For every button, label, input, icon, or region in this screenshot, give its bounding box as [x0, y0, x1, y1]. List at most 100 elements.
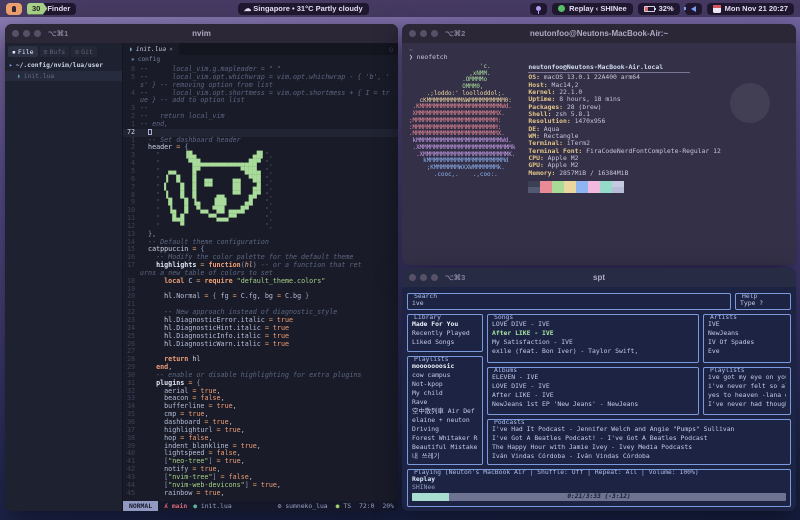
- pin-widget[interactable]: [530, 3, 547, 15]
- list-item[interactable]: ive got my eye on you!!: [708, 373, 786, 382]
- volume-widget[interactable]: [685, 3, 702, 15]
- list-item[interactable]: 내 쓰레기: [412, 452, 478, 461]
- color-swatch: [612, 187, 624, 193]
- code-area[interactable]: 8-- local_vim.g.mapleader = " "5-- local…: [123, 65, 398, 501]
- spotify-widget[interactable]: Replay ‹ SHINee: [552, 3, 633, 15]
- help-panel-label: Help: [740, 293, 759, 299]
- list-item[interactable]: cow campus: [412, 371, 478, 380]
- neotree-tabs: ▪File≡Bufs⊙Git: [5, 43, 122, 60]
- terminal-titlebar[interactable]: ⌥⌘2 neutonfoo@Neutons-MacBook-Air:~: [402, 24, 796, 43]
- playlists-panel[interactable]: Playlists mooooooosiccow campusNot-kpopM…: [407, 356, 483, 465]
- zoom-button[interactable]: [431, 274, 438, 281]
- list-item[interactable]: Made For You: [412, 320, 478, 329]
- progress-bar[interactable]: 0:21/3:33 (-3:12): [412, 493, 786, 501]
- podcasts-panel[interactable]: Podcasts I've Had It Podcast - Jennifer …: [487, 419, 791, 465]
- playlists-right-panel[interactable]: Playlists ive got my eye on you!!i've ne…: [703, 367, 791, 416]
- close-buffer-icon[interactable]: ×: [169, 46, 173, 53]
- list-item[interactable]: NewJeans 1st EP 'New Jeans' - NewJeans: [492, 400, 694, 409]
- nvim-window[interactable]: ⌥⌘1 nvim ▪File≡Bufs⊙Git ▸ ~/.config/nvim…: [5, 24, 398, 511]
- sidebar-tab-bufs[interactable]: ≡Bufs: [40, 46, 70, 57]
- list-item[interactable]: yes to heaven -lana del rey: [708, 391, 786, 400]
- list-item[interactable]: Eve: [708, 347, 786, 356]
- playing-panel[interactable]: Playing (Neuton's MacBook Air | Shuffle:…: [407, 469, 791, 507]
- list-item[interactable]: ELEVEN - IVE: [492, 373, 694, 382]
- spt-titlebar[interactable]: ⌥⌘3 spt: [402, 268, 796, 287]
- neotree-sidebar[interactable]: ▪File≡Bufs⊙Git ▸ ~/.config/nvim/lua/user…: [5, 43, 123, 511]
- minimize-button[interactable]: [420, 274, 427, 281]
- list-item[interactable]: My child: [412, 389, 478, 398]
- front-app-name: Finder: [47, 4, 70, 13]
- zoom-button[interactable]: [34, 30, 41, 37]
- list-item[interactable]: i've never felt so alone: [708, 382, 786, 391]
- zoom-button[interactable]: [431, 30, 438, 37]
- weather-widget[interactable]: ☁ Singapore • 31°C Partly cloudy: [238, 3, 369, 15]
- terminal-window[interactable]: ⌥⌘2 neutonfoo@Neutons-MacBook-Air:~ ~ ❯ …: [402, 24, 796, 265]
- list-item[interactable]: Liked Songs: [412, 338, 478, 347]
- close-button[interactable]: [409, 30, 416, 37]
- list-item[interactable]: LOVE DIVE - IVE: [492, 320, 694, 329]
- list-item[interactable]: elaine + neuton: [412, 416, 478, 425]
- workspace-badge: 30: [27, 3, 47, 15]
- close-button[interactable]: [12, 30, 19, 37]
- library-panel[interactable]: Library Made For YouRecently PlayedLiked…: [407, 314, 483, 352]
- list-item[interactable]: After LIKE - IVE: [492, 391, 694, 400]
- front-app-widget[interactable]: 30 Finder: [27, 3, 76, 15]
- list-item[interactable]: mooooooosic: [412, 362, 478, 371]
- clock-widget[interactable]: Mon Nov 21 20:27: [707, 3, 794, 15]
- traffic-lights[interactable]: [409, 274, 438, 281]
- battery-widget[interactable]: 32%: [638, 3, 680, 15]
- list-item[interactable]: 空中散列車 Air Def: [412, 407, 478, 416]
- list-item[interactable]: Beautiful Mistakes: [412, 443, 478, 452]
- list-item[interactable]: NewJeans: [708, 329, 786, 338]
- list-item[interactable]: IV Of Spades: [708, 338, 786, 347]
- minimize-button[interactable]: [420, 30, 427, 37]
- list-item[interactable]: After LIKE - IVE: [492, 329, 694, 338]
- apple-menu[interactable]: [6, 3, 22, 15]
- spt-window[interactable]: ⌥⌘3 spt Search ive Help Type ? Library M…: [402, 268, 796, 511]
- speaker-icon: [691, 6, 696, 12]
- terminal-content[interactable]: ~ ❯ neofetch 'c. ,xNMM. .OMMMMo OMMM0, .…: [402, 43, 796, 265]
- list-item[interactable]: LOVE DIVE - IVE: [492, 382, 694, 391]
- calendar-icon: [713, 5, 721, 13]
- search-panel[interactable]: Search ive: [407, 293, 731, 310]
- list-item[interactable]: Forest Whitaker Ra: [412, 434, 478, 443]
- sidebar-tab-file[interactable]: ▪File: [8, 46, 38, 57]
- color-swatch: [528, 187, 540, 193]
- apple-ascii-logo: 'c. ,xNMM. .OMMMMo OMMM0, .;loddo:' lool…: [409, 64, 515, 193]
- list-item[interactable]: exile (feat. Bon Iver) - Taylor Swift,: [492, 347, 694, 356]
- list-item[interactable]: Not-kpop: [412, 380, 478, 389]
- bufferline: ◗ init.lua × ◯: [123, 43, 398, 55]
- sidebar-tab-git[interactable]: ⊙Git: [71, 46, 97, 57]
- nvim-titlebar[interactable]: ⌥⌘1 nvim: [5, 24, 398, 43]
- tabline-button-icon[interactable]: ◯: [389, 46, 398, 53]
- root-path: ~/.config/nvim/lua/user: [16, 62, 103, 69]
- list-item[interactable]: The Happy Hour with Jamie Ivey - Ivey Me…: [492, 443, 786, 452]
- list-item[interactable]: Iván Vindas Córdoba - Iván Vindas Córdob…: [492, 452, 786, 461]
- now-playing-text: Replay ‹ SHINee: [569, 4, 627, 13]
- songs-panel[interactable]: Songs LOVE DIVE - IVEAfter LIKE - IVEMy …: [487, 314, 699, 363]
- neotree-file-row[interactable]: ◗ init.lua: [5, 71, 122, 81]
- minimize-button[interactable]: [23, 30, 30, 37]
- search-input[interactable]: ive: [412, 297, 726, 307]
- branch-icon: ʎ: [164, 502, 168, 510]
- traffic-lights[interactable]: [409, 30, 438, 37]
- statusline-file: ● init.lua: [193, 502, 232, 510]
- close-button[interactable]: [409, 274, 416, 281]
- neotree-root[interactable]: ▸ ~/.config/nvim/lua/user: [5, 60, 122, 71]
- list-item[interactable]: Driving: [412, 425, 478, 434]
- help-panel[interactable]: Help Type ?: [735, 293, 791, 310]
- albums-panel[interactable]: Albums ELEVEN - IVELOVE DIVE - IVEAfter …: [487, 367, 699, 416]
- list-item[interactable]: My Satisfaction - IVE: [492, 338, 694, 347]
- list-item[interactable]: Recently Played: [412, 329, 478, 338]
- artists-panel[interactable]: Artists IVENewJeansIV Of SpadesEve: [703, 314, 791, 363]
- list-item[interactable]: Rave: [412, 398, 478, 407]
- traffic-lights[interactable]: [12, 30, 41, 37]
- list-item[interactable]: IVE: [708, 320, 786, 329]
- list-item[interactable]: I've Got A Beatles Podcast! - I've Got A…: [492, 434, 786, 443]
- list-item[interactable]: I've Had It Podcast - Jennifer Welch and…: [492, 425, 786, 434]
- list-item[interactable]: I've never had thoughts that control me: [708, 400, 786, 409]
- code-line: 18 local C = require "default_theme.colo…: [123, 278, 398, 286]
- buffer-tab[interactable]: ◗ init.lua ×: [123, 43, 179, 55]
- breadcrumb-label: config: [138, 56, 160, 65]
- color-swatch: [576, 187, 588, 193]
